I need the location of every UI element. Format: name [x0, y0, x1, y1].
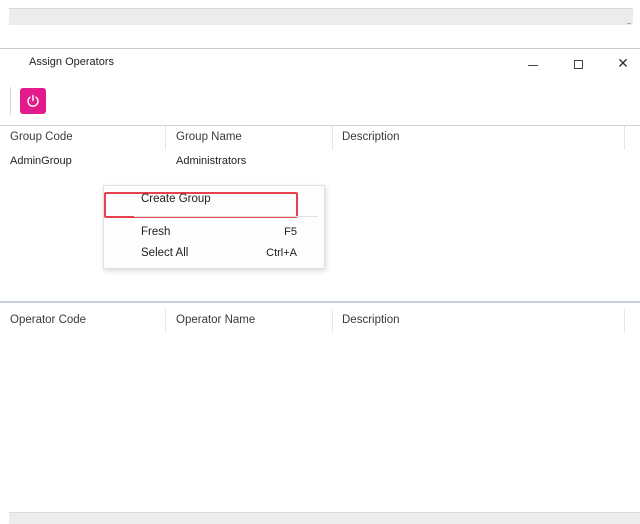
column-divider[interactable] — [332, 309, 333, 333]
status-bar — [9, 512, 640, 524]
column-divider[interactable] — [624, 126, 625, 150]
close-button[interactable]: ✕ — [600, 49, 640, 79]
menu-item-shortcut: F5 — [284, 226, 297, 238]
window-title: Assign Operators — [29, 56, 114, 68]
minimize-button[interactable] — [510, 49, 556, 79]
column-header-operator-description[interactable]: Description — [342, 314, 400, 326]
menu-item-label: Create Group — [141, 193, 211, 205]
column-divider[interactable] — [332, 126, 333, 150]
assign-operators-window: Assign Operators ✕ Group Code Group Name… — [0, 48, 640, 524]
column-header-operator-code[interactable]: Operator Code — [10, 314, 86, 326]
menu-item-shortcut: Ctrl+A — [266, 247, 297, 259]
menu-item-select-all[interactable]: Select All Ctrl+A — [104, 244, 324, 264]
menu-item-create-group[interactable]: Create Group — [104, 190, 324, 218]
top-strip-mark — [627, 23, 631, 24]
minimize-icon — [528, 65, 538, 66]
operator-grid-header: Operator Code Operator Name Description — [0, 303, 640, 333]
column-header-group-name[interactable]: Group Name — [176, 131, 242, 143]
group-grid-header: Group Code Group Name Description — [0, 126, 640, 152]
column-divider[interactable] — [165, 309, 166, 333]
maximize-button[interactable] — [555, 49, 601, 79]
top-strip — [9, 8, 633, 25]
menu-item-label: Select All — [141, 247, 189, 259]
power-icon — [27, 94, 39, 107]
maximize-icon — [573, 59, 583, 69]
column-header-operator-name[interactable]: Operator Name — [176, 314, 255, 326]
power-button[interactable] — [20, 88, 46, 114]
column-header-description[interactable]: Description — [342, 131, 400, 143]
toolbar-separator — [10, 87, 11, 115]
toolbar — [0, 79, 640, 123]
group-code-cell: AdminGroup — [10, 155, 72, 167]
group-name-cell: Administrators — [176, 155, 247, 167]
column-divider[interactable] — [165, 126, 166, 150]
context-menu: Create Group Fresh F5 Select All Ctrl+A — [103, 185, 325, 269]
menu-separator — [134, 216, 318, 217]
title-bar[interactable]: Assign Operators ✕ — [0, 49, 640, 79]
menu-item-fresh[interactable]: Fresh F5 — [104, 223, 324, 243]
column-header-group-code[interactable]: Group Code — [10, 131, 73, 143]
column-divider[interactable] — [624, 309, 625, 333]
close-icon: ✕ — [617, 56, 629, 72]
menu-item-label: Fresh — [141, 226, 171, 238]
operator-grid[interactable]: Operator Code Operator Name Description — [0, 301, 640, 513]
